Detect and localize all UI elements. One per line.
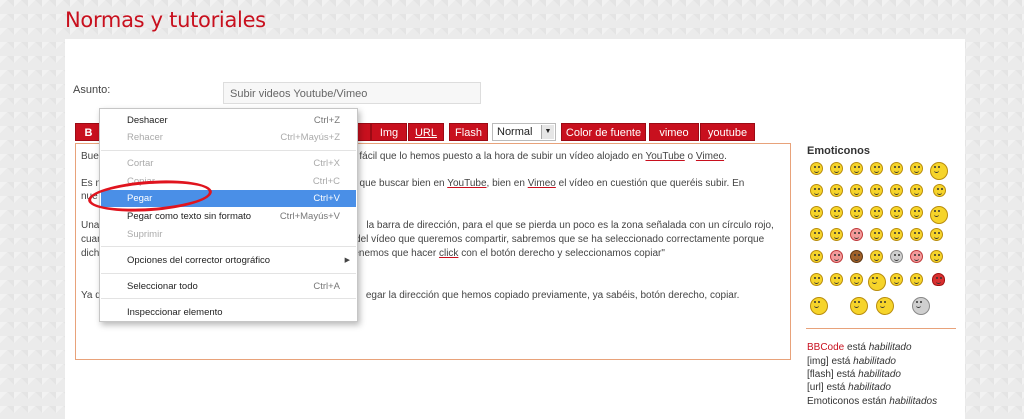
emoticon-icon[interactable] [830,184,843,197]
font-color-button[interactable]: Color de fuente [561,123,646,141]
bbcode-status: BBCode está habilitado [807,342,912,353]
emoticon-icon[interactable] [933,184,946,197]
emoticon-icon[interactable] [810,228,823,241]
menu-divider [101,298,356,299]
emoticon-icon[interactable] [830,250,843,263]
emoticon-icon[interactable] [850,297,868,315]
menu-divider [101,150,356,151]
menu-divider [101,246,356,247]
emoticon-icon[interactable] [810,162,823,175]
menu-item-inspect[interactable]: Inspeccionar elemento [101,304,356,321]
emoticon-icon[interactable] [830,273,843,286]
dropdown-arrow-icon[interactable]: ▼ [541,125,554,139]
menu-item-redo: Rehacer Ctrl+Mayús+Z [127,132,340,143]
emoticon-icon[interactable] [930,162,948,180]
page-title: Normas y tutoriales [65,8,266,32]
emoticon-icon[interactable] [830,206,843,219]
context-menu: Deshacer Ctrl+Z Rehacer Ctrl+Mayús+Z Corta… [99,108,358,322]
emoticon-icon[interactable] [910,228,923,241]
emoticons-status: Emoticonos están habilitados [807,396,938,407]
subject-input[interactable]: Subir videos Youtube/Vimeo [223,82,481,104]
divider [806,328,956,329]
bold-button[interactable]: B [75,123,102,141]
emoticon-icon[interactable] [810,184,823,197]
emoticon-icon[interactable] [910,184,923,197]
url-status: [url] está habilitado [807,382,891,393]
subject-label: Asunto: [73,84,111,96]
emoticon-icon[interactable] [890,273,903,286]
menu-item-spellcheck-options[interactable]: Opciones del corrector ortográfico ▶ [101,252,356,269]
flash-button[interactable]: Flash [449,123,488,141]
emoticon-icon[interactable] [930,250,943,263]
emoticon-icon[interactable] [910,273,923,286]
emoticon-icon[interactable] [890,228,903,241]
emoticon-icon[interactable] [870,228,883,241]
emoticon-icon[interactable] [910,206,923,219]
emoticon-icon[interactable] [810,206,823,219]
menu-divider [101,273,356,274]
emoticon-icon[interactable] [912,297,930,315]
img-button[interactable]: Img [371,123,407,141]
flash-status: [flash] está habilitado [807,369,901,380]
emoticon-icon[interactable] [876,297,894,315]
emoticon-icon[interactable] [850,162,863,175]
emoticon-icon[interactable] [868,273,886,291]
menu-item-cut: Cortar Ctrl+X [127,158,340,169]
emoticon-icon[interactable] [870,206,883,219]
vimeo-button[interactable]: vimeo [649,123,699,141]
emoticon-icon[interactable] [932,273,945,286]
emoticon-icon[interactable] [910,162,923,175]
img-status: [img] está habilitado [807,356,896,367]
emoticon-icon[interactable] [890,206,903,219]
emoticon-icon[interactable] [850,273,863,286]
menu-item-delete: Suprimir [127,229,163,240]
menu-item-select-all[interactable]: Seleccionar todo Ctrl+A [101,278,356,295]
emoticon-icon[interactable] [890,250,903,263]
emoticon-icon[interactable] [890,162,903,175]
url-button[interactable]: URL [408,123,444,141]
emoticon-icon[interactable] [810,273,823,286]
emoticon-icon[interactable] [850,250,863,263]
emoticon-icon[interactable] [830,228,843,241]
emoticon-icon[interactable] [850,228,863,241]
emoticon-icon[interactable] [930,206,948,224]
emoticon-icon[interactable] [870,162,883,175]
emoticon-icon[interactable] [890,184,903,197]
emoticon-icon[interactable] [810,250,823,263]
emoticon-icon[interactable] [930,228,943,241]
submenu-arrow-icon: ▶ [344,257,350,264]
menu-item-undo[interactable]: Deshacer Ctrl+Z [101,112,356,129]
emoticons-title: Emoticonos [807,145,870,157]
emoticon-icon[interactable] [850,206,863,219]
emoticon-icon[interactable] [870,250,883,263]
emoticon-icon[interactable] [910,250,923,263]
font-size-value: Normal [497,126,533,138]
emoticon-icon[interactable] [810,297,828,315]
youtube-button[interactable]: youtube [700,123,755,141]
font-size-select[interactable]: Normal ▼ [492,123,556,141]
emoticon-icon[interactable] [850,184,863,197]
emoticon-icon[interactable] [830,162,843,175]
emoticon-icon[interactable] [870,184,883,197]
